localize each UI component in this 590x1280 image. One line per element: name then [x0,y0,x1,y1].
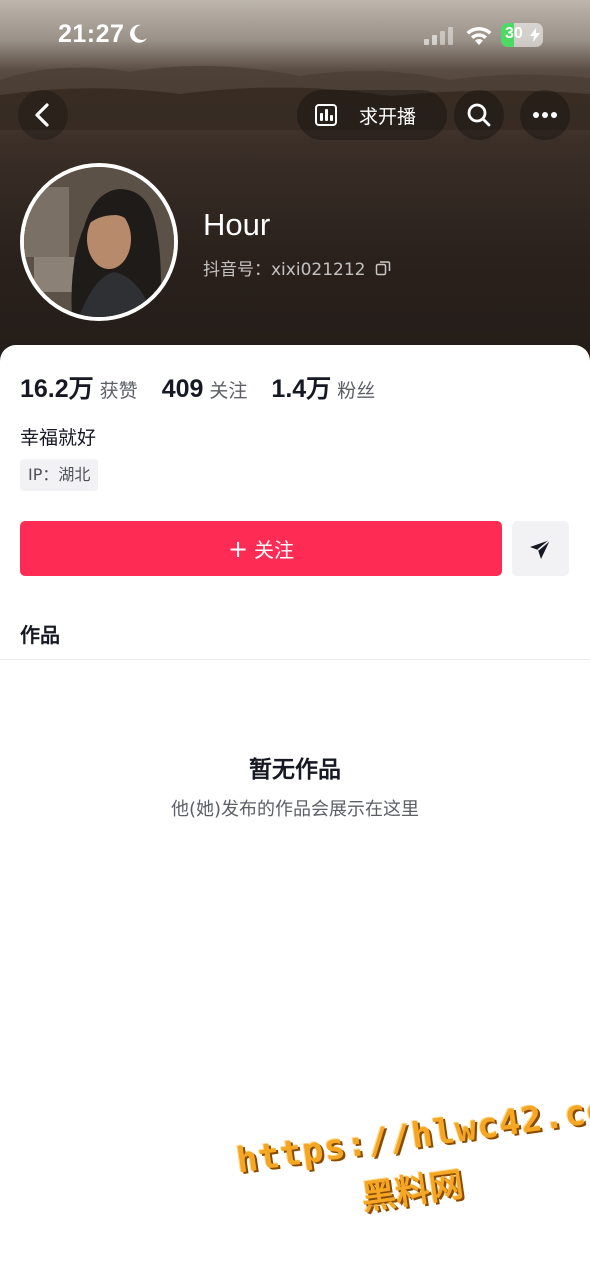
more-button[interactable] [520,90,570,140]
request-live-button[interactable]: 求开播 [297,90,447,140]
stat-followers[interactable]: 1.4万 粉丝 [271,369,375,405]
nickname: Hour [203,207,271,242]
more-dots-icon [533,112,557,118]
ip-location-badge: IP：湖北 [20,459,99,491]
chevron-left-icon [35,103,49,127]
request-live-label: 求开播 [359,106,417,128]
empty-state-description: 他(她)发布的作品会展示在这里 [170,799,420,820]
tab-divider [0,659,590,660]
stat-followers-label: 粉丝 [337,380,376,402]
back-button[interactable] [18,90,68,140]
bio-text: 幸福就好 [20,427,97,449]
avatar[interactable] [20,163,178,321]
tab-works[interactable]: 作品 [20,619,60,648]
status-time: 21:27 [58,20,125,48]
stat-followers-count: 1.4万 [271,375,332,403]
douyin-id: 抖音号：xixi021212 [203,255,391,280]
copy-icon[interactable] [375,260,391,276]
stat-likes-label: 获赞 [99,380,138,402]
stat-likes: 16.2万 获赞 [20,369,138,405]
stat-likes-count: 16.2万 [20,375,94,403]
signal-icon [424,27,453,45]
charging-bolt-icon [530,28,540,42]
send-message-button[interactable] [512,521,569,576]
stat-following-label: 关注 [209,380,248,402]
battery-level: 30 [505,25,523,42]
search-icon [467,103,491,127]
search-button[interactable] [454,90,504,140]
stat-following[interactable]: 409 关注 [162,375,248,404]
profile-header-banner: 21:27 30 求开播 Hour 抖音号：xixi021212 [0,0,590,370]
douyin-id-text: 抖音号：xixi021212 [203,260,366,280]
wifi-icon [466,26,492,45]
empty-state-title: 暂无作品 [249,757,341,783]
avatar-photo [24,167,174,317]
battery-indicator: 30 [501,23,543,47]
follow-button-label: 关注 [254,538,295,562]
profile-stats: 16.2万 获赞 409 关注 1.4万 粉丝 [20,369,399,405]
moon-icon [130,24,147,43]
send-icon [530,539,551,559]
status-bar: 21:27 30 [0,0,590,70]
stat-following-count: 409 [161,375,204,403]
plus-icon: + [227,534,249,563]
follow-button[interactable]: + 关注 [20,521,502,576]
bar-chart-icon [315,104,337,126]
